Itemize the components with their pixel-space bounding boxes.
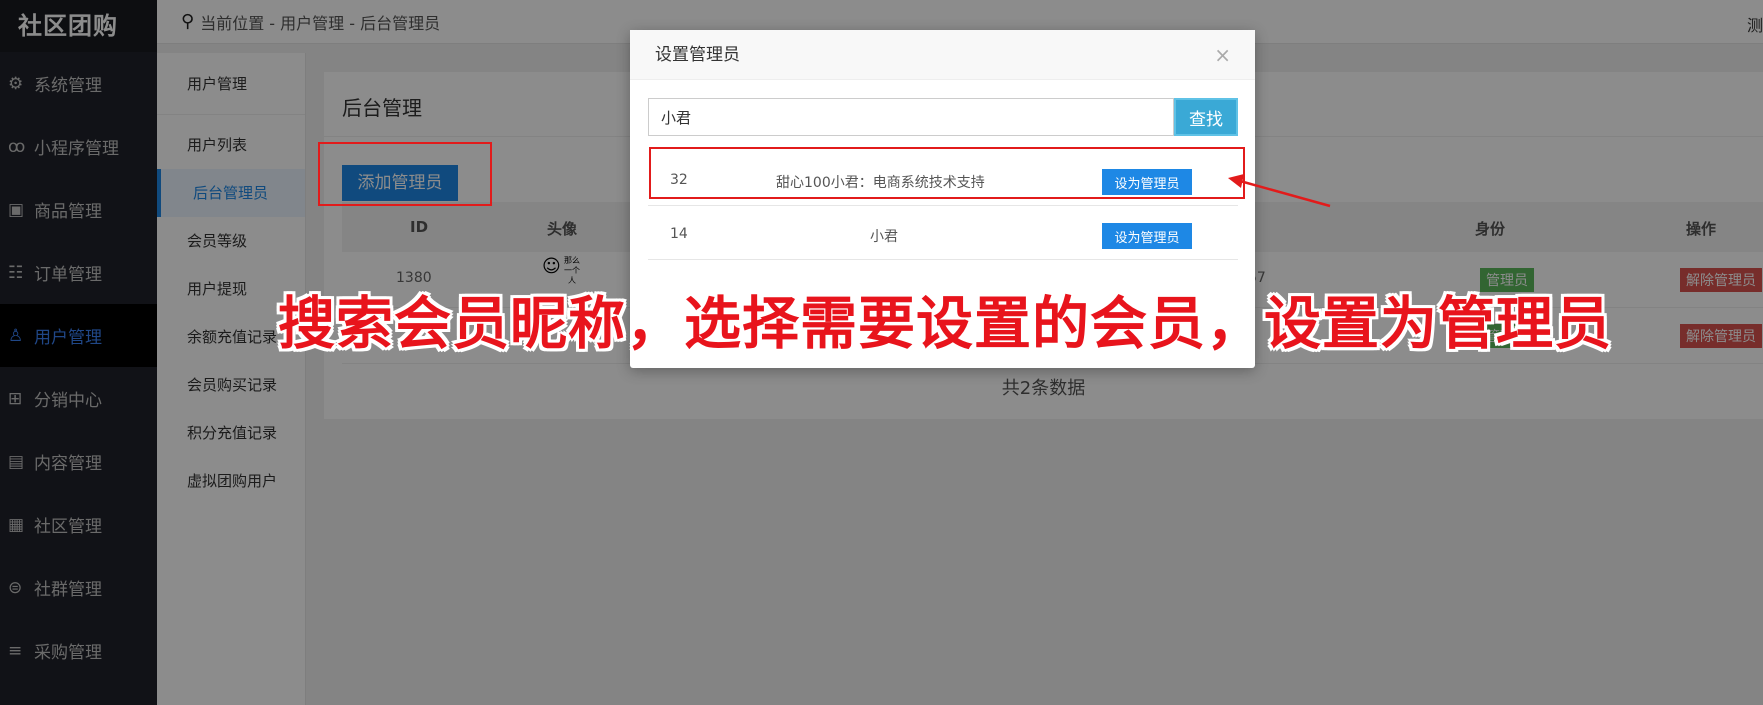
search-bar: 查找 bbox=[648, 98, 1238, 136]
search-button[interactable]: 查找 bbox=[1174, 98, 1238, 136]
annotation-arrow-icon bbox=[1228, 174, 1331, 208]
annotation-box-add-button bbox=[318, 142, 492, 206]
annotation-box-first-result bbox=[649, 147, 1245, 199]
result-nickname: 小君 bbox=[870, 229, 898, 245]
set-admin-button[interactable]: 设为管理员 bbox=[1102, 223, 1192, 249]
member-search-input[interactable] bbox=[648, 98, 1174, 136]
search-result-row: 14 小君 设为管理员 bbox=[648, 208, 1238, 260]
result-id: 14 bbox=[670, 226, 688, 242]
annotation-caption: 搜索会员昵称，选择需要设置的会员，设置为管理员 bbox=[278, 291, 1612, 357]
close-icon[interactable]: × bbox=[1214, 30, 1231, 80]
modal-header: 设置管理员 × bbox=[630, 30, 1255, 80]
modal-title: 设置管理员 bbox=[655, 45, 740, 65]
